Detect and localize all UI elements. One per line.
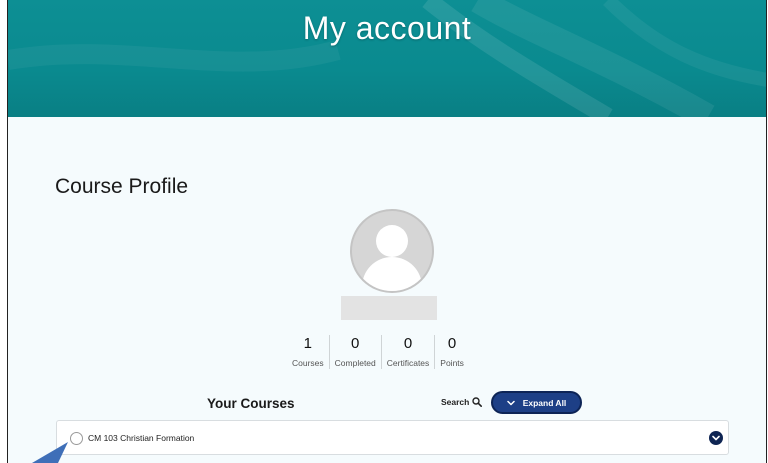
search-icon [472, 397, 483, 407]
page-title: My account [302, 10, 472, 46]
stat-value: 0 [447, 335, 457, 352]
stat-label: Completed [334, 358, 376, 368]
user-avatar-icon [350, 209, 434, 293]
stat-value: 1 [303, 335, 312, 352]
stat-label: Courses [292, 358, 324, 368]
search-button[interactable]: Search [441, 397, 483, 407]
your-courses-heading: Your Courses [207, 396, 295, 411]
stat-courses: 1 Courses [287, 335, 329, 369]
user-name-placeholder [341, 296, 437, 320]
chevron-down-icon [506, 400, 515, 405]
stat-value: 0 [403, 335, 413, 352]
stat-label: Certificates [386, 358, 430, 368]
chevron-down-icon [712, 435, 720, 441]
page-frame: My account Course Profile 1 Courses 0 Co… [7, 0, 767, 463]
stat-certificates: 0 Certificates [380, 335, 435, 369]
avatar-body-shape [362, 257, 422, 291]
expand-all-button[interactable]: Expand All [491, 391, 582, 414]
course-name: CM 103 Christian Formation [88, 433, 195, 443]
stat-completed: 0 Completed [328, 335, 381, 369]
search-label: Search [441, 397, 470, 407]
avatar-head-shape [376, 225, 408, 257]
expand-course-button[interactable] [709, 431, 723, 445]
course-row[interactable]: CM 103 Christian Formation [56, 420, 729, 455]
header-banner: My account [8, 0, 766, 117]
main-content: Course Profile 1 Courses 0 Completed 0 C… [8, 117, 766, 463]
stat-label: Points [440, 358, 464, 368]
stat-points: 0 Points [434, 335, 469, 369]
profile-stats: 1 Courses 0 Completed 0 Certificates 0 P… [287, 335, 469, 369]
course-profile-heading: Course Profile [55, 175, 189, 198]
expand-all-label: Expand All [522, 397, 567, 408]
annotation-arrow-icon [32, 442, 68, 463]
stat-value: 0 [351, 335, 360, 352]
